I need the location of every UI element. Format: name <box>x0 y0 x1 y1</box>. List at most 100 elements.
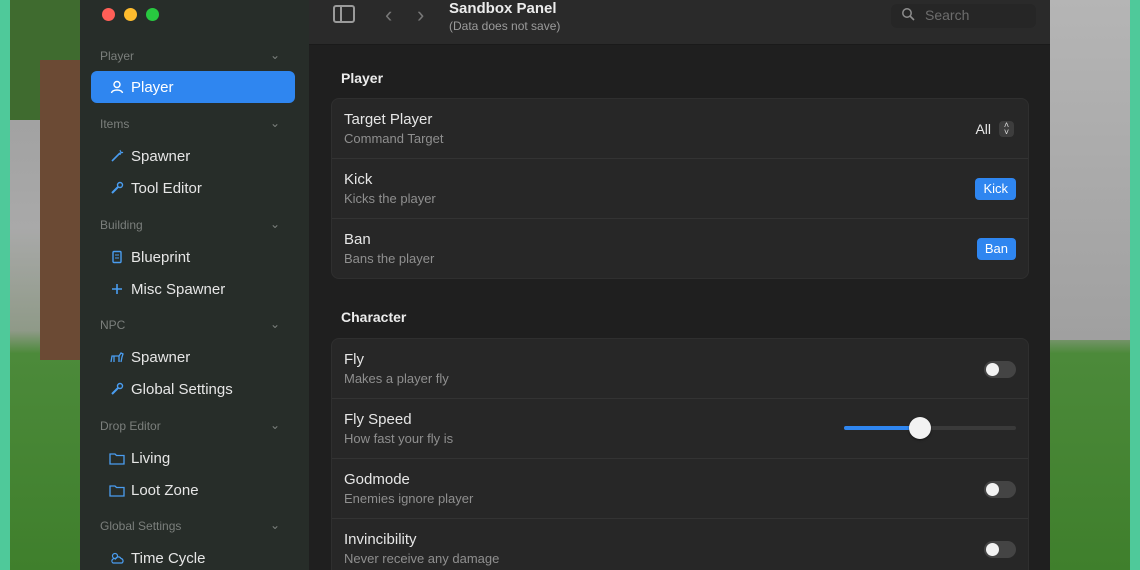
setting-description: Makes a player fly <box>344 371 449 386</box>
folder-icon <box>106 452 128 465</box>
window-title: Sandbox Panel <box>449 0 557 17</box>
sidebar-item-label: Misc Spawner <box>131 280 226 298</box>
section-header-label: Items <box>100 117 130 131</box>
setting-title: Kick <box>344 171 373 188</box>
sidebar-item-label: Spawner <box>131 147 191 165</box>
window-subtitle: (Data does not save) <box>449 19 561 33</box>
sidebar-item-label: Global Settings <box>131 380 233 398</box>
sidebar-item-tool-editor[interactable]: Tool Editor <box>91 172 295 204</box>
sidebar-item-living[interactable]: Living <box>91 442 295 474</box>
setting-title: Ban <box>344 231 371 248</box>
setting-title: Target Player <box>344 111 433 128</box>
chevron-down-icon: ⌄ <box>269 518 280 532</box>
sidebar: Player ⌄ Player Items ⌄ Spawner Tool Edi… <box>80 0 309 570</box>
chevron-down-icon: ⌄ <box>269 317 280 331</box>
section-header-npc[interactable]: NPC ⌄ <box>100 317 280 332</box>
section-header-label: NPC <box>100 318 126 332</box>
setting-description: Kicks the player <box>344 191 436 206</box>
setting-description: Bans the player <box>344 251 435 266</box>
forward-arrow-icon[interactable]: › <box>417 2 424 28</box>
cloud-sun-icon <box>106 551 128 565</box>
setting-title: Invincibility <box>344 531 417 548</box>
setting-description: How fast your fly is <box>344 431 454 446</box>
setting-row-fly-speed: Fly Speed How fast your fly is <box>332 399 1028 459</box>
dog-icon <box>106 350 128 364</box>
setting-description: Command Target <box>344 131 444 146</box>
sidebar-item-label: Time Cycle <box>131 549 206 567</box>
sidebar-toggle-icon[interactable] <box>333 5 355 23</box>
toggle-knob <box>986 543 999 556</box>
toggle-knob <box>986 363 999 376</box>
sidebar-item-misc-spawner[interactable]: Misc Spawner <box>91 273 295 305</box>
section-header-label: Player <box>100 49 135 63</box>
sidebar-item-label: Loot Zone <box>131 481 199 499</box>
section-header-building[interactable]: Building ⌄ <box>100 217 280 232</box>
character-settings-card: Fly Makes a player fly Fly Speed How fas… <box>331 338 1029 570</box>
sidebar-item-label: Living <box>131 449 171 467</box>
search-box[interactable] <box>891 4 1036 28</box>
invincibility-toggle[interactable] <box>984 541 1016 558</box>
sidebar-item-label: Player <box>131 78 174 96</box>
back-arrow-icon[interactable]: ‹ <box>385 2 392 28</box>
sidebar-item-label: Tool Editor <box>131 179 202 197</box>
main-panel: ‹ › Sandbox Panel (Data does not save) P… <box>309 0 1050 570</box>
setting-description: Enemies ignore player <box>344 491 474 506</box>
maximize-window-button[interactable] <box>146 8 159 21</box>
sidebar-item-loot-zone[interactable]: Loot Zone <box>91 474 295 506</box>
tree-trunk <box>40 60 80 360</box>
plus-icon <box>106 282 128 296</box>
wrench-icon <box>106 382 128 396</box>
section-header-label: Global Settings <box>100 519 182 533</box>
chevron-down-icon: ⌄ <box>269 418 280 432</box>
sidebar-item-label: Spawner <box>131 348 191 366</box>
section-header-player[interactable]: Player ⌄ <box>100 48 280 63</box>
person-icon <box>106 80 128 94</box>
ban-button[interactable]: Ban <box>976 238 1016 260</box>
chevron-down-icon: ⌄ <box>269 48 280 62</box>
slider-thumb[interactable] <box>908 417 931 439</box>
section-title-player: Player <box>341 70 384 86</box>
section-header-label: Drop Editor <box>100 419 161 433</box>
godmode-toggle[interactable] <box>984 481 1016 498</box>
setting-row-target-player: Target Player Command Target All ˄ ˅ <box>332 99 1028 159</box>
sidebar-item-blueprint[interactable]: Blueprint <box>91 241 295 273</box>
section-header-items[interactable]: Items ⌄ <box>100 116 280 131</box>
player-settings-card: Target Player Command Target All ˄ ˅ Kick… <box>331 98 1029 279</box>
sidebar-item-npc-spawner[interactable]: Spawner <box>91 341 295 373</box>
kick-button[interactable]: Kick <box>975 178 1016 200</box>
close-window-button[interactable] <box>102 8 115 21</box>
sidebar-item-npc-global-settings[interactable]: Global Settings <box>91 373 295 405</box>
sidebar-item-items-spawner[interactable]: Spawner <box>91 140 295 172</box>
setting-title: Godmode <box>344 471 410 488</box>
sidebar-item-time-cycle[interactable]: Time Cycle <box>91 542 295 570</box>
sandbox-panel-window: Player ⌄ Player Items ⌄ Spawner Tool Edi… <box>80 0 1050 570</box>
search-input[interactable] <box>923 6 1027 24</box>
setting-title: Fly Speed <box>344 411 412 428</box>
scroll-icon <box>106 250 128 264</box>
setting-row-fly: Fly Makes a player fly <box>332 339 1028 399</box>
section-header-drop-editor[interactable]: Drop Editor ⌄ <box>100 418 280 433</box>
setting-row-invincibility: Invincibility Never receive any damage <box>332 519 1028 570</box>
toggle-knob <box>986 483 999 496</box>
folder-icon <box>106 484 128 497</box>
section-title-character: Character <box>341 309 407 325</box>
section-header-label: Building <box>100 218 143 232</box>
setting-row-kick: Kick Kicks the player Kick <box>332 159 1028 219</box>
minimize-window-button[interactable] <box>124 8 137 21</box>
title-bar: ‹ › Sandbox Panel (Data does not save) <box>309 0 1050 45</box>
chevron-down-icon: ⌄ <box>269 116 280 130</box>
setting-row-ban: Ban Bans the player Ban <box>332 219 1028 278</box>
sidebar-item-player[interactable]: Player <box>91 71 295 103</box>
section-header-global-settings[interactable]: Global Settings ⌄ <box>100 518 280 533</box>
wrench-icon <box>106 181 128 195</box>
setting-row-godmode: Godmode Enemies ignore player <box>332 459 1028 519</box>
select-value: All <box>975 121 991 137</box>
wand-icon <box>106 149 128 163</box>
fly-speed-slider[interactable] <box>844 417 1016 439</box>
fly-toggle[interactable] <box>984 361 1016 378</box>
target-player-select[interactable]: All ˄ ˅ <box>975 121 1014 137</box>
up-down-chevron-icon: ˄ ˅ <box>999 121 1014 137</box>
window-controls <box>102 8 159 21</box>
sidebar-item-label: Blueprint <box>131 248 191 266</box>
setting-title: Fly <box>344 351 364 368</box>
